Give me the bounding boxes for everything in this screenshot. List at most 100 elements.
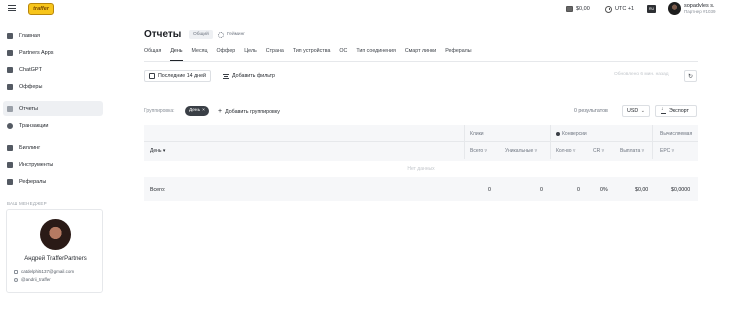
refresh-icon: ↻ <box>687 73 694 80</box>
sidebar-item-label: Офферы <box>19 83 43 90</box>
language-icon: RU <box>647 5 656 13</box>
tab-goal[interactable]: Цель <box>244 46 257 61</box>
group-conversions: Конверсии <box>556 131 587 137</box>
column-epc[interactable]: EPC ▿ <box>660 148 674 154</box>
menu-icon[interactable] <box>8 5 16 11</box>
currency-value: USD <box>627 108 639 114</box>
tab-month[interactable]: Месяц <box>192 46 208 61</box>
transactions-icon <box>7 122 13 129</box>
download-icon <box>661 106 666 114</box>
timezone-widget[interactable]: UTC +1 <box>605 4 634 14</box>
totals-clicks-unique: 0 <box>540 187 543 193</box>
user-name: sopadvles s. <box>684 2 715 9</box>
add-grouping-label: Добавить группировку <box>225 108 280 115</box>
manager-email[interactable]: catdelphi5137@gmail.com <box>14 268 74 275</box>
sidebar-item-billing[interactable]: Биллинг <box>3 140 103 155</box>
language-switch[interactable]: RU <box>647 4 656 14</box>
sidebar-item-label: Главная <box>19 32 40 39</box>
mail-icon <box>14 269 18 274</box>
column-count[interactable]: Кол-во ▿ <box>556 148 575 154</box>
app-logo[interactable]: traffer <box>28 3 54 15</box>
chatgpt-icon <box>7 66 13 73</box>
sidebar-item-home[interactable]: Главная <box>3 28 103 43</box>
tab-referrals[interactable]: Рефералы <box>445 46 471 61</box>
sidebar-item-label: Partners Apps <box>19 49 54 56</box>
manager-name: Андрей TrafferPartners <box>24 256 87 262</box>
sidebar-item-referrals[interactable]: Рефералы <box>3 174 103 189</box>
sidebar-item-chatgpt[interactable]: ChatGPT <box>3 62 103 77</box>
sidebar-item-offers[interactable]: Офферы <box>3 79 103 94</box>
apps-icon <box>7 49 13 56</box>
column-total[interactable]: Всего ▿ <box>470 148 487 154</box>
table-totals-row: Всего: 0 0 0 0% $0,00 $0,0000 <box>144 179 698 201</box>
sidebar-item-partners-apps[interactable]: Partners Apps <box>3 45 103 60</box>
totals-label: Всего: <box>150 187 166 193</box>
table-group-header <box>144 125 698 142</box>
tab-os[interactable]: ОС <box>339 46 347 61</box>
column-unique[interactable]: Уникальные ▿ <box>505 148 537 154</box>
report-tabs: Общая День Месяц Оффер Цель Страна Тип у… <box>144 46 472 61</box>
gear-icon <box>218 31 224 38</box>
plus-icon: + <box>218 108 223 115</box>
group-clicks: Клики <box>470 131 484 137</box>
manager-card: Андрей TrafferPartners catdelphi5137@gma… <box>6 209 103 293</box>
sidebar-item-label: Отчеты <box>19 105 39 112</box>
sidebar-item-label: Транзакции <box>19 122 49 129</box>
empty-state: Нет данных <box>144 161 698 177</box>
sidebar-item-reports[interactable]: Отчеты <box>3 101 103 116</box>
grouping-label: Группировка: <box>144 108 175 114</box>
tab-smart-links[interactable]: Смарт линки <box>405 46 436 61</box>
sidebar-item-label: Биллинг <box>19 144 41 151</box>
tab-day[interactable]: День <box>170 46 183 61</box>
export-button[interactable]: Экспорт <box>655 105 697 117</box>
column-payout[interactable]: Выплата ▿ <box>620 148 644 154</box>
report-table: Клики Конверсии Вычисляемая День ▾ Всего… <box>144 125 698 201</box>
add-grouping-button[interactable]: + Добавить группировку <box>218 107 280 116</box>
sidebar-item-transactions[interactable]: Транзакции <box>3 118 103 133</box>
tab-gaming-label: Гейминг <box>227 32 245 37</box>
totals-conversions-count: 0 <box>577 187 580 193</box>
clock-icon <box>605 5 612 13</box>
date-range-button[interactable]: Последние 14 дней <box>144 70 211 82</box>
avatar <box>668 2 681 15</box>
manager-section-label: ВАШ МЕНЕДЖЕР <box>7 201 47 206</box>
tab-general[interactable]: Общий <box>189 30 213 39</box>
column-day[interactable]: День ▾ <box>150 148 165 154</box>
currency-select[interactable]: USD ⌄ <box>622 105 650 117</box>
sidebar-item-label: Инструменты <box>19 161 54 168</box>
tag-icon <box>7 83 13 90</box>
sidebar-item-label: ChatGPT <box>19 66 42 73</box>
balance-value: $0,00 <box>576 6 590 12</box>
calendar-icon <box>149 73 155 79</box>
close-icon[interactable]: × <box>202 106 205 116</box>
manager-telegram[interactable]: @andrii_traffer <box>14 276 51 283</box>
chart-icon <box>7 105 13 112</box>
filter-icon <box>223 73 229 79</box>
timezone-value: UTC +1 <box>615 6 635 12</box>
tabs-divider <box>144 61 698 62</box>
tab-offer[interactable]: Оффер <box>217 46 236 61</box>
sidebar-item-tools[interactable]: Инструменты <box>3 157 103 172</box>
conversions-dot-icon <box>556 131 560 136</box>
grouping-chip-label: День <box>189 108 201 113</box>
tab-device-type[interactable]: Тип устройства <box>293 46 331 61</box>
grid-icon <box>7 32 13 39</box>
tab-country[interactable]: Страна <box>266 46 284 61</box>
user-menu[interactable]: sopadvles s. Партнер #1039 <box>668 2 715 15</box>
grouping-chip-day[interactable]: День × <box>185 106 209 116</box>
totals-payout: $0,00 <box>635 187 649 193</box>
tab-gaming[interactable]: Гейминг <box>218 30 245 39</box>
refresh-button[interactable]: ↻ <box>684 70 697 82</box>
referrals-icon <box>7 178 13 185</box>
add-filter-button[interactable]: Добавить фильтр <box>219 70 279 82</box>
totals-cr: 0% <box>600 187 608 193</box>
chevron-down-icon: ⌄ <box>640 108 645 114</box>
sidebar: Главная Partners Apps ChatGPT Офферы Отч… <box>3 28 103 191</box>
balance-widget[interactable]: $0,00 <box>566 4 590 14</box>
sidebar-item-label: Рефералы <box>19 178 47 185</box>
tab-connection-type[interactable]: Тип соединения <box>356 46 395 61</box>
column-cr[interactable]: CR ▿ <box>593 148 604 154</box>
manager-avatar <box>40 219 71 250</box>
add-filter-label: Добавить фильтр <box>232 73 276 79</box>
tab-overview[interactable]: Общая <box>144 46 161 61</box>
